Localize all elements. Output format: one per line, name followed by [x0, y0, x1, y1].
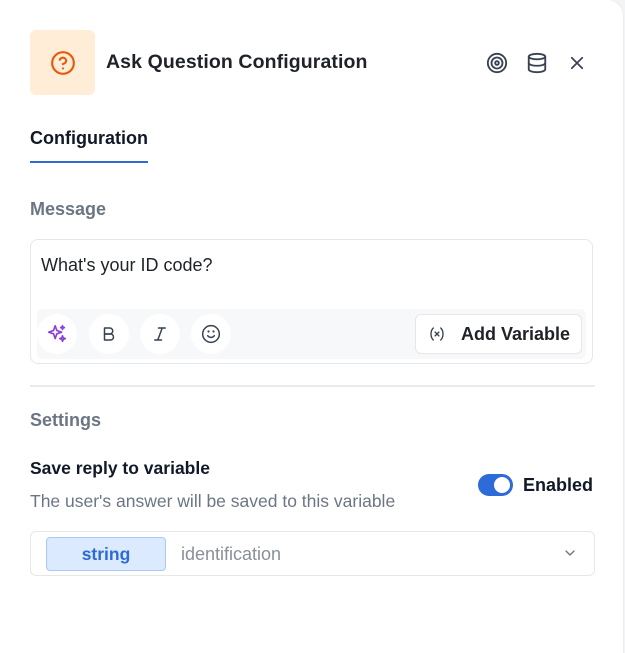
bold-button[interactable]	[89, 314, 129, 354]
header-actions	[486, 52, 588, 74]
variable-type-badge: string	[46, 537, 166, 571]
variable-select[interactable]: string identification	[30, 531, 595, 576]
panel-title: Ask Question Configuration	[106, 51, 368, 73]
emoji-button[interactable]	[191, 314, 231, 354]
close-icon	[570, 56, 584, 69]
editor-toolbar: Add Variable	[37, 309, 586, 359]
variable-icon	[430, 327, 444, 341]
emoji-icon	[201, 324, 221, 344]
toggle-label: Enabled	[523, 474, 594, 495]
ai-assist-button[interactable]	[37, 314, 77, 354]
settings-section-label: Settings	[30, 410, 102, 430]
target-icon	[486, 52, 508, 73]
close-button[interactable]	[566, 52, 588, 74]
sparkles-icon	[47, 324, 67, 343]
message-text[interactable]: What's your ID code?	[41, 255, 213, 276]
database-icon	[527, 52, 547, 73]
italic-icon	[154, 327, 166, 341]
tab-bar: Configuration	[30, 128, 148, 163]
save-reply-description: The user's answer will be saved to this …	[30, 491, 396, 511]
target-button[interactable]	[486, 52, 508, 74]
save-reply-title: Save reply to variable	[30, 458, 210, 478]
chevron-down-icon	[565, 550, 575, 556]
message-editor[interactable]: What's your ID code? Add Variable	[30, 239, 593, 364]
save-reply-toggle[interactable]: Enabled	[478, 474, 593, 496]
add-variable-label: Add Variable	[460, 323, 570, 344]
italic-button[interactable]	[140, 314, 180, 354]
question-circle-icon	[50, 50, 75, 75]
node-type-icon	[30, 30, 95, 95]
bold-icon	[103, 327, 115, 341]
section-divider	[30, 385, 595, 387]
tab-configuration[interactable]: Configuration	[30, 128, 148, 163]
config-panel: Ask Question Configuration Configuration…	[0, 0, 623, 653]
variable-name: identification	[181, 544, 282, 564]
panel-header: Ask Question Configuration	[30, 30, 593, 95]
toggle-switch[interactable]	[478, 474, 513, 496]
add-variable-button[interactable]: Add Variable	[414, 314, 582, 354]
database-button[interactable]	[526, 52, 548, 74]
message-section-label: Message	[30, 199, 107, 219]
